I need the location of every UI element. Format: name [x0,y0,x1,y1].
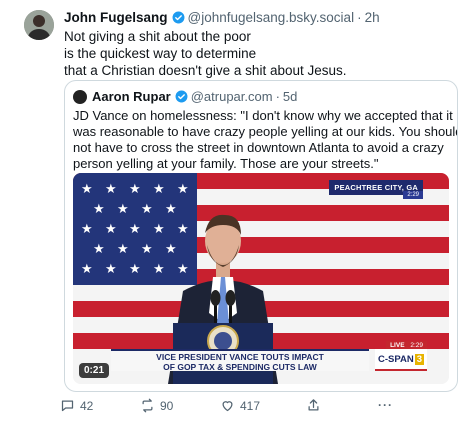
svg-text:★: ★ [105,262,117,277]
video-player[interactable]: ★ ★ ★ ★ ★ ★ ★ ★ ★ ★ ★ ★ ★ ★ ★ ★ ★ ★ ★ ★ ★ ★ ★ [73,173,449,384]
news-lower-third: VICE PRESIDENT VANCE TOUTS IMPACT OF GOP… [111,349,369,372]
post-header: John Fugelsang @johnfugelsang.bsky.socia… [64,10,380,25]
svg-text:★: ★ [153,222,165,237]
quote-header: Aaron Rupar @atrupar.com · 5d [73,89,297,104]
headline-line: VICE PRESIDENT VANCE TOUTS IMPACT [156,352,324,362]
repost-icon [142,398,153,413]
video-duration: 0:21 [79,363,110,378]
quote-text-line: not have to cross the street in downtown… [73,140,444,155]
quote-author-name[interactable]: Aaron Rupar [92,89,171,104]
more-options-button[interactable]: ··· [378,398,393,412]
svg-text:★: ★ [129,182,141,197]
action-bar: 42 90 417 ··· [56,398,416,418]
reply-button[interactable]: 42 [60,398,93,413]
quote-text-line: person yelling at your family. Those are… [73,156,379,171]
svg-text:★: ★ [81,222,93,237]
quote-text-line: was reasonable to have crazy people yell… [73,124,458,139]
live-label: LIVE [390,342,405,349]
quote-avatar[interactable] [73,89,87,104]
post-text-line: is the quickest way to determine [64,46,257,61]
network-name: C-SPAN [377,354,414,365]
like-button[interactable]: 417 [220,398,260,413]
post: John Fugelsang @johnfugelsang.bsky.socia… [0,0,475,435]
avatar[interactable] [24,10,54,40]
reply-icon [61,400,74,412]
verified-icon [175,90,188,103]
quote-text: JD Vance on homelessness: "I don't know … [73,108,458,172]
repost-count: 90 [160,398,174,413]
svg-text:★: ★ [81,182,93,197]
svg-text:★: ★ [177,222,189,237]
separator-dot: · [357,10,362,25]
verified-icon [172,11,184,24]
svg-text:★: ★ [177,182,189,197]
share-button[interactable] [306,398,321,413]
heart-icon [222,401,233,412]
like-count: 417 [240,398,261,413]
svg-text:★: ★ [93,242,105,257]
quote-text-line: JD Vance on homelessness: "I don't know … [73,108,453,123]
svg-text:★: ★ [129,222,141,237]
headline-line: OF GOP TAX & SPENDING CUTS LAW [163,362,317,372]
svg-text:★: ★ [129,262,141,277]
post-text-line: Not giving a shit about the poor [64,29,251,44]
post-text: Not giving a shit about the poor is the … [64,28,464,79]
location-time: 2:29 [403,191,423,199]
svg-text:★: ★ [117,202,129,217]
reply-count: 42 [80,398,94,413]
svg-text:★: ★ [153,182,165,197]
live-time: 2:29 [410,342,423,349]
svg-text:★: ★ [105,222,117,237]
network-number: 3 [414,354,424,365]
quoted-post[interactable]: Aaron Rupar @atrupar.com · 5d JD Vance o… [64,80,458,392]
svg-text:★: ★ [93,202,105,217]
svg-text:★: ★ [117,242,129,257]
author-handle[interactable]: @johnfugelsang.bsky.social [188,10,355,25]
svg-text:★: ★ [105,182,117,197]
post-text-line: that a Christian doesn't give a shit abo… [64,63,347,78]
svg-text:★: ★ [141,242,153,257]
quote-author-handle[interactable]: @atrupar.com [191,89,273,104]
svg-text:★: ★ [141,202,153,217]
svg-text:★: ★ [165,202,177,217]
svg-text:★: ★ [81,262,93,277]
author-name[interactable]: John Fugelsang [64,10,168,25]
separator-dot: · [275,89,280,104]
svg-text:★: ★ [165,242,177,257]
quote-time[interactable]: 5d [283,89,297,104]
svg-text:★: ★ [153,262,165,277]
post-time[interactable]: 2h [365,10,380,25]
repost-button[interactable]: 90 [140,398,173,413]
network-logo: C-SPAN 3 [375,349,427,371]
share-icon [308,399,319,411]
svg-text:★: ★ [177,262,189,277]
